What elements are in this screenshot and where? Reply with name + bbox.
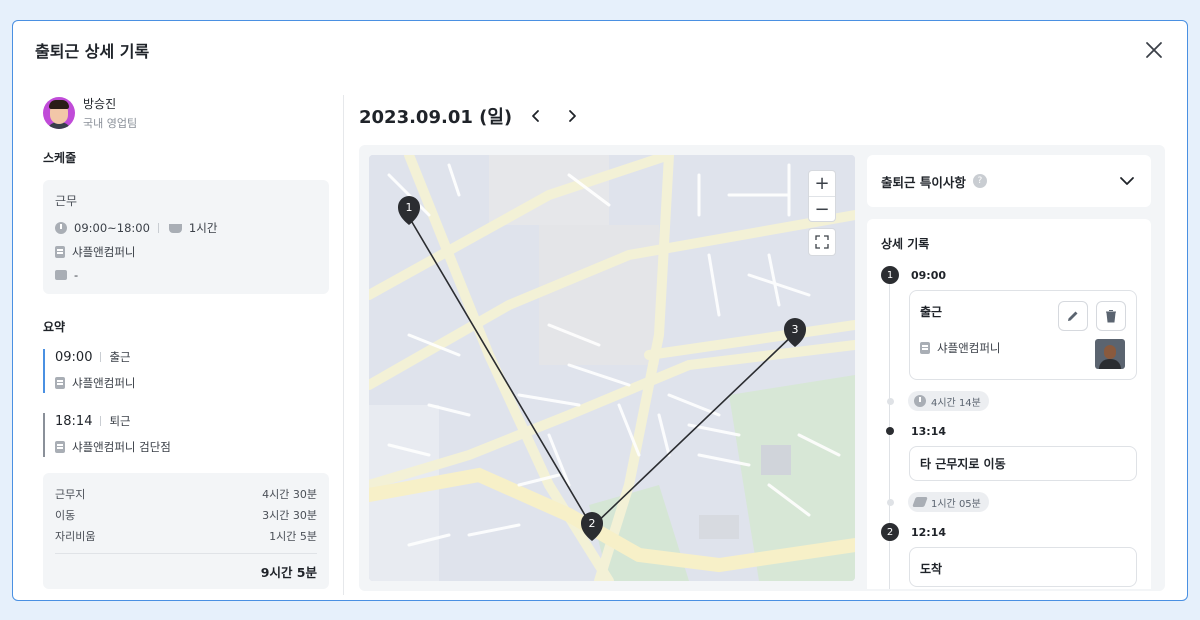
attendance-detail-modal: 출퇴근 상세 기록 방승진 국내 영업팀 스케줄 근무 09:00~18:00 …: [12, 20, 1188, 601]
schedule-heading: 스케줄: [43, 151, 77, 165]
building-icon: [55, 377, 65, 389]
employee-name: 방승진: [83, 97, 117, 111]
content-area: 1 2 3 + − 출퇴근 특이사항 ? 상세 기록 1 09:00 출근 샤플…: [359, 145, 1165, 591]
total-label: 자리비움: [55, 530, 96, 543]
schedule-location: 샤플앤컴퍼니: [72, 245, 136, 259]
marker-label: 1: [406, 201, 413, 214]
previous-day-button[interactable]: [524, 104, 548, 128]
building-icon: [55, 246, 65, 258]
chevron-left-icon: [532, 110, 540, 122]
pencil-icon: [1068, 311, 1078, 321]
record-title: 타 근무지로 이동: [920, 457, 1006, 471]
next-day-button[interactable]: [560, 104, 584, 128]
grand-total: 9시간 5분: [260, 565, 317, 580]
entry-number: 2: [881, 523, 899, 541]
schedule-type: 근무: [55, 194, 78, 208]
summary-clock-in: 09:00 출근 샤플앤컴퍼니: [43, 349, 329, 393]
chevron-right-icon: [569, 110, 577, 122]
delete-button[interactable]: [1096, 301, 1126, 331]
clock-out-location: 샤플앤컴퍼니 검단점: [72, 440, 171, 454]
duration-chip: 1시간 05분: [908, 492, 989, 512]
total-label: 이동: [55, 509, 76, 522]
date-navigator: 2023.09.01 (일): [359, 103, 584, 129]
zoom-in-button[interactable]: +: [809, 171, 835, 196]
clock-in-location: 샤플앤컴퍼니: [72, 376, 136, 390]
trash-icon: [1106, 310, 1116, 323]
timeline-entry: 13:14: [881, 422, 1137, 440]
employee-profile: 방승진 국내 영업팀: [43, 97, 329, 130]
memo-icon: [55, 270, 67, 280]
fullscreen-icon: [815, 235, 829, 249]
zoom-out-button[interactable]: −: [809, 196, 835, 221]
employee-team: 국내 영업팀: [83, 117, 138, 130]
marker-label: 2: [589, 517, 596, 530]
timeline-duration: 1시간 05분: [881, 492, 1137, 512]
notes-title: 출퇴근 특이사항: [881, 174, 966, 190]
clock-in-time: 09:00: [55, 349, 93, 365]
close-icon[interactable]: [1143, 39, 1165, 61]
clock-out-time: 18:14: [55, 413, 93, 429]
fullscreen-button[interactable]: [809, 229, 835, 255]
schedule-time: 09:00~18:00: [74, 221, 150, 235]
edit-button[interactable]: [1058, 301, 1088, 331]
total-row: 자리비움 1시간 5분: [55, 526, 317, 547]
zoom-controls: + −: [809, 171, 835, 221]
detail-records: 상세 기록 1 09:00 출근 샤플앤컴퍼니 4시간 14분 13:14 타 …: [867, 219, 1151, 589]
entry-time: 13:14: [911, 424, 947, 438]
entry-time: 09:00: [911, 268, 947, 282]
record-card-move[interactable]: 타 근무지로 이동: [909, 446, 1137, 481]
modal-title: 출퇴근 상세 기록: [35, 42, 150, 61]
walking-icon: [912, 497, 928, 507]
summary-heading: 요약: [43, 320, 66, 334]
record-location: 샤플앤컴퍼니: [937, 341, 1001, 355]
timeline-entry: 1 09:00: [881, 266, 1137, 284]
timeline-entry: 2 12:14: [881, 523, 1137, 541]
route-map[interactable]: 1 2 3 + −: [369, 155, 855, 581]
marker-label: 3: [792, 323, 799, 336]
duration-text: 1시간 05분: [931, 498, 981, 510]
schedule-card: 근무 09:00~18:00 1시간 샤플앤컴퍼니 -: [43, 180, 329, 294]
clock-out-label: 퇴근: [109, 414, 131, 428]
duration-chip: 4시간 14분: [908, 391, 989, 411]
schedule-memo: -: [74, 268, 79, 282]
left-panel: 방승진 국내 영업팀 스케줄 근무 09:00~18:00 1시간 샤플앤컴퍼니…: [43, 97, 329, 589]
record-card-arrival[interactable]: 도착: [909, 547, 1137, 587]
side-panel: 출퇴근 특이사항 ? 상세 기록 1 09:00 출근 샤플앤컴퍼니 4시간 1…: [867, 155, 1151, 589]
detail-title: 상세 기록: [881, 237, 930, 251]
total-value: 4시간 30분: [262, 488, 317, 501]
help-icon[interactable]: ?: [972, 174, 987, 188]
summary-clock-out: 18:14 퇴근 샤플앤컴퍼니 검단점: [43, 413, 329, 457]
record-title: 도착: [920, 562, 943, 576]
summary-totals: 근무지 4시간 30분 이동 3시간 30분 자리비움 1시간 5분 9시간 5…: [43, 473, 329, 589]
timeline: 1 09:00 출근 샤플앤컴퍼니 4시간 14분 13:14 타 근무지로 이…: [881, 266, 1137, 589]
building-icon: [920, 342, 930, 354]
clock-in-label: 출근: [109, 350, 131, 364]
clock-in-photo[interactable]: [1095, 339, 1125, 369]
total-value: 3시간 30분: [262, 509, 317, 522]
total-label: 근무지: [55, 488, 86, 501]
clock-icon: [55, 222, 67, 234]
total-row: 근무지 4시간 30분: [55, 484, 317, 505]
clock-icon: [914, 395, 926, 407]
entry-number: 1: [881, 266, 899, 284]
map-tiles: 1 2 3: [369, 155, 855, 581]
coffee-cup-icon: [168, 223, 182, 233]
timeline-duration: 4시간 14분: [881, 391, 1137, 411]
current-date: 2023.09.01 (일): [359, 107, 513, 128]
record-card-clock-in[interactable]: 출근 샤플앤컴퍼니: [909, 290, 1137, 380]
total-row: 이동 3시간 30분: [55, 505, 317, 526]
total-value: 1시간 5분: [269, 530, 317, 543]
notes-accordion[interactable]: 출퇴근 특이사항 ?: [867, 155, 1151, 207]
chevron-down-icon[interactable]: [1117, 171, 1137, 191]
building-icon: [55, 441, 65, 453]
duration-text: 4시간 14분: [931, 397, 981, 409]
avatar: [43, 97, 75, 129]
entry-time: 12:14: [911, 525, 947, 539]
schedule-break: 1시간: [188, 221, 218, 235]
